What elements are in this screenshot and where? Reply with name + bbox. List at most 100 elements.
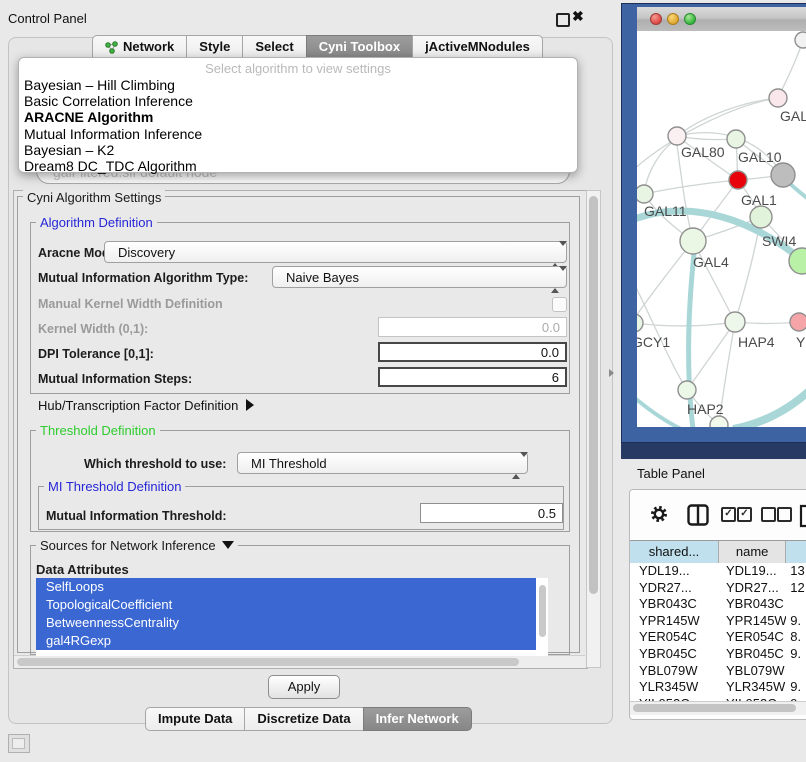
tab-style[interactable]: Style (186, 35, 243, 59)
close-icon[interactable]: ✖ (572, 8, 584, 25)
table-row[interactable]: YBR045CYBR045C9. (630, 646, 806, 663)
split-columns-icon[interactable] (687, 504, 709, 526)
apply-button[interactable]: Apply (268, 675, 340, 699)
network-node-hap4[interactable] (725, 312, 745, 332)
tab-discretize-data[interactable]: Discretize Data (244, 707, 363, 731)
dropdown-item[interactable]: Basic Correlation Inference (19, 93, 577, 109)
table-cell[interactable]: 9. (786, 679, 806, 696)
network-window-titlebar[interactable] (637, 7, 806, 32)
table-cell[interactable]: 12 (786, 580, 806, 597)
network-edge[interactable] (687, 322, 735, 390)
scrollbar-thumb[interactable] (589, 196, 598, 594)
hub-section-toggle[interactable]: Hub/Transcription Factor Definition (38, 398, 254, 413)
list-item[interactable]: TopologicalCoefficient (36, 596, 536, 614)
network-node-swi4[interactable] (750, 206, 772, 228)
table-cell[interactable]: YLR345W (719, 679, 786, 696)
network-edge[interactable] (637, 241, 693, 323)
network-node-y[interactable] (790, 313, 806, 331)
column-header-cut[interactable] (786, 541, 806, 563)
which-threshold-select[interactable]: MI Threshold (237, 452, 528, 474)
table-cell[interactable]: 13 (786, 563, 806, 580)
scrollbar-thumb[interactable] (539, 585, 546, 637)
sources-group-toggle[interactable]: Sources for Network Inference (36, 538, 238, 553)
minimized-panel-icon[interactable] (8, 734, 30, 753)
table-cell[interactable]: YDL19... (630, 563, 719, 580)
table-cell[interactable]: YBR043C (630, 596, 719, 613)
kernel-width-field[interactable] (378, 317, 567, 337)
table-cell[interactable]: 8. (786, 629, 806, 646)
table-cell[interactable]: YPR145W (719, 613, 786, 630)
table-row[interactable]: YPR145WYPR145W9. (630, 613, 806, 630)
network-node-gal10[interactable] (727, 130, 745, 148)
network-node[interactable] (771, 163, 795, 187)
table-cell[interactable]: YLR345W (630, 679, 719, 696)
network-node-gal1[interactable] (729, 171, 747, 189)
table-cell[interactable] (786, 663, 806, 680)
table-row[interactable]: YBR043CYBR043C (630, 596, 806, 613)
network-node[interactable] (795, 32, 806, 48)
table-row[interactable]: YDR27...YDR27...12 (630, 580, 806, 597)
dropdown-item[interactable]: Dream8 DC_TDC Algorithm (19, 158, 577, 174)
table-cell[interactable]: YBL079W (719, 663, 786, 680)
network-edge-highlighted[interactable] (637, 393, 681, 427)
tab-select[interactable]: Select (242, 35, 306, 59)
mi-steps-field[interactable] (378, 367, 567, 387)
dropdown-item[interactable]: Mutual Information Inference (19, 126, 577, 142)
table-cell[interactable]: YDR27... (719, 580, 786, 597)
minimize-traffic-light-icon[interactable] (667, 13, 679, 25)
dropdown-item[interactable]: Bayesian – K2 (19, 142, 577, 158)
mi-type-select[interactable]: Naive Bayes (272, 266, 567, 288)
column-header-name[interactable]: name (719, 541, 786, 563)
checked-box-icon[interactable]: ✓ (737, 507, 752, 522)
page-icon[interactable] (799, 504, 806, 528)
table-cell[interactable]: YER054C (719, 629, 786, 646)
table-cell[interactable]: 9. (786, 613, 806, 630)
checked-box-icon[interactable]: ✓ (721, 507, 736, 522)
tab-infer-network[interactable]: Infer Network (363, 707, 472, 731)
zoom-traffic-light-icon[interactable] (684, 13, 696, 25)
network-node[interactable] (710, 416, 728, 427)
table-row[interactable]: YLR345WYLR345W9. (630, 679, 806, 696)
table-cell[interactable] (786, 596, 806, 613)
table-cell[interactable]: YDR27... (630, 580, 719, 597)
network-node-gal11[interactable] (637, 185, 653, 203)
table-row[interactable]: YDL19...YDL19...13 (630, 563, 806, 580)
table-cell[interactable]: YBR045C (630, 646, 719, 663)
gear-icon[interactable] (649, 504, 669, 524)
network-edge-highlighted[interactable] (733, 391, 806, 427)
network-node-hap2[interactable] (678, 381, 696, 399)
dropdown-item-selected[interactable]: ARACNE Algorithm (19, 109, 577, 125)
splitter-handle[interactable] (609, 369, 614, 377)
network-node-gcy1[interactable] (637, 314, 643, 332)
network-node-gal80[interactable] (668, 127, 686, 145)
tab-jactivemnodules[interactable]: jActiveMNodules (412, 35, 543, 59)
table-cell[interactable]: YDL19... (719, 563, 786, 580)
scrollbar-thumb[interactable] (633, 704, 796, 712)
network-edge[interactable] (637, 273, 687, 390)
aracne-mode-select[interactable]: Discovery (104, 241, 567, 263)
network-edge[interactable] (637, 322, 735, 326)
list-vertical-scrollbar[interactable] (537, 578, 548, 656)
table-cell[interactable]: 9. (786, 646, 806, 663)
list-item[interactable]: SelfLoops (36, 578, 536, 596)
table-cell[interactable]: YER054C (630, 629, 719, 646)
list-item[interactable]: gal4RGexp (36, 632, 536, 650)
close-traffic-light-icon[interactable] (650, 13, 662, 25)
network-canvas[interactable]: GALGAL80GAL10GAL1GAL11SWI4GAL4GCY1HAP4YH… (637, 31, 806, 427)
table-cell[interactable]: YBR045C (719, 646, 786, 663)
network-node-gal4[interactable] (680, 228, 706, 254)
dpi-tolerance-field[interactable] (378, 342, 567, 362)
network-node[interactable] (769, 89, 787, 107)
unchecked-box-icon[interactable] (761, 507, 776, 522)
float-window-icon[interactable] (556, 13, 570, 27)
dropdown-item[interactable]: Bayesian – Hill Climbing (19, 77, 577, 93)
table-cell[interactable]: YPR145W (630, 613, 719, 630)
list-item[interactable]: BetweennessCentrality (36, 614, 536, 632)
settings-vertical-scrollbar[interactable] (586, 190, 601, 668)
mi-threshold-field[interactable] (420, 503, 563, 523)
tab-network[interactable]: Network (92, 35, 187, 59)
table-horizontal-scrollbar[interactable] (630, 701, 806, 715)
tab-impute-data[interactable]: Impute Data (145, 707, 245, 731)
table-cell[interactable]: YBR043C (719, 596, 786, 613)
manual-kernel-checkbox[interactable] (552, 297, 567, 312)
